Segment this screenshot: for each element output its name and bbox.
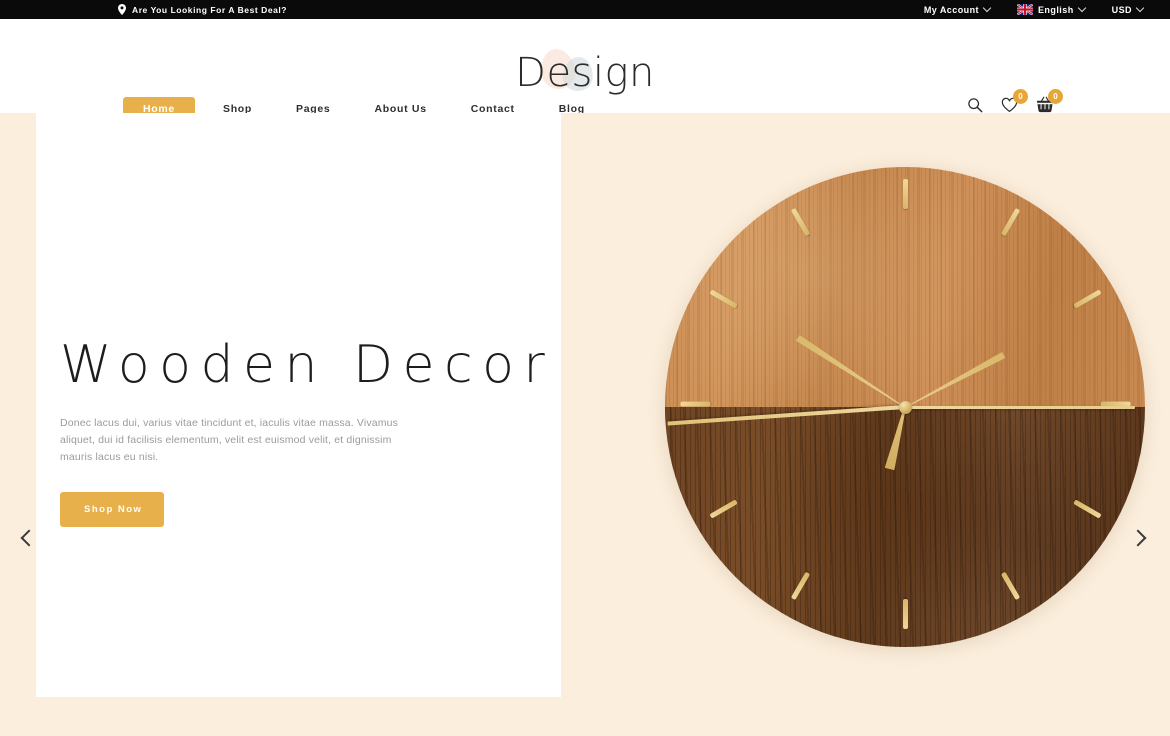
my-account-label: My Account	[923, 4, 979, 15]
top-bar: Are You Looking For A Best Deal? My Acco…	[0, 0, 1170, 19]
map-pin-icon	[118, 4, 126, 15]
clock-minute-hand-right	[905, 405, 1135, 409]
site-logo[interactable]: Design	[0, 45, 1170, 96]
hero-content: Wooden Decor Donec lacus dui, varius vit…	[60, 338, 560, 527]
hero-description: Donec lacus dui, varius vitae tincidunt …	[60, 416, 399, 463]
clock-tick	[902, 179, 908, 210]
language-label: English	[1037, 4, 1074, 15]
deal-text: Are You Looking For A Best Deal?	[132, 4, 288, 15]
shop-now-button[interactable]: Shop Now	[60, 491, 165, 527]
language-dropdown[interactable]: English	[1016, 4, 1086, 15]
logo-blob-peach	[537, 45, 579, 93]
chevron-left-icon	[20, 529, 37, 547]
slider-next-button[interactable]	[1126, 525, 1152, 551]
wishlist-count-badge: 0	[1013, 89, 1028, 104]
cart-count-badge: 0	[1048, 89, 1063, 104]
clock-tick	[680, 401, 710, 407]
top-bar-actions: My Account English USD	[924, 4, 1144, 15]
clock-face	[665, 167, 1145, 647]
currency-dropdown[interactable]: USD	[1112, 5, 1144, 15]
hero-title: Wooden Decor	[60, 335, 555, 395]
site-header: Design Home Shop Pages About Us Contact …	[0, 19, 1170, 121]
currency-label: USD	[1111, 4, 1132, 15]
wooden-clock-illustration	[665, 167, 1145, 647]
chevron-down-icon	[1079, 5, 1086, 12]
logo-text: Design	[515, 50, 655, 96]
hero-product-image	[560, 113, 1170, 736]
chevron-down-icon	[1137, 5, 1144, 12]
clock-center-pin	[898, 400, 912, 414]
chevron-right-icon	[1129, 529, 1146, 547]
my-account-dropdown[interactable]: My Account	[924, 5, 991, 15]
slider-prev-button[interactable]	[14, 525, 40, 551]
hero-text-card: Wooden Decor Donec lacus dui, varius vit…	[36, 113, 561, 697]
logo-blob-grey	[560, 55, 596, 93]
chevron-down-icon	[984, 5, 991, 12]
hero-slider: Wooden Decor Donec lacus dui, varius vit…	[0, 113, 1170, 736]
top-bar-deal: Are You Looking For A Best Deal?	[118, 4, 287, 15]
uk-flag-icon	[1016, 4, 1033, 15]
hero-bottom-strip	[0, 697, 1170, 736]
clock-tick	[902, 599, 908, 630]
